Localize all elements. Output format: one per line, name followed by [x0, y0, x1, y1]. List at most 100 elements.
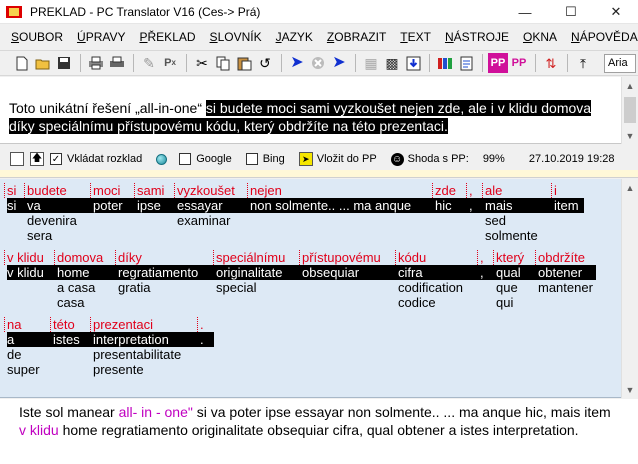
google-option[interactable]: Google [179, 153, 232, 165]
source-word[interactable]: sami [137, 183, 177, 198]
token-column[interactable]: .. [197, 317, 214, 347]
page-icon[interactable] [10, 152, 24, 166]
alternative-translation[interactable]: examinar [177, 213, 250, 228]
menu-nastroje[interactable]: N ÁSTROJE [438, 27, 516, 47]
token-column[interactable]: speciálnímu originalitate special [213, 250, 302, 295]
alternative-translation[interactable]: gratia [118, 280, 216, 295]
undo-icon[interactable]: ↺ [255, 53, 275, 73]
bing-option[interactable]: Bing [245, 153, 285, 165]
translate-forward-icon[interactable]: ➤ [287, 53, 307, 73]
selected-translation[interactable]: hic [435, 198, 469, 213]
selected-translation[interactable]: si [7, 198, 28, 213]
source-text-panel[interactable]: Toto unikátní řešení „all-in-one“ si bud… [0, 77, 638, 144]
menu-napoveda[interactable]: N ÁPOVĚDA [564, 27, 638, 47]
download-icon[interactable] [403, 53, 423, 73]
notes-icon[interactable] [456, 53, 476, 73]
menu-preklad[interactable]: P ŘEKLAD [133, 27, 203, 47]
source-word[interactable]: budete [27, 183, 93, 198]
open-folder-icon[interactable] [33, 53, 53, 73]
scroll-up-icon[interactable]: ▲ [622, 179, 638, 196]
token-column[interactable]: který qual que qui [493, 250, 538, 310]
selected-translation[interactable]: poter [93, 198, 137, 213]
source-word[interactable]: obdržíte [538, 250, 596, 265]
save-icon[interactable] [54, 53, 74, 73]
menu-okna[interactable]: O KNA [516, 27, 564, 47]
token-column[interactable]: moci poter [90, 183, 137, 213]
print-icon[interactable] [86, 53, 106, 73]
keep-format-option[interactable]: ✓ Vkládat rozklad [50, 153, 142, 165]
selected-translation[interactable]: v klidu [7, 265, 57, 280]
clear-format-icon[interactable]: Px [160, 53, 180, 73]
arrow-up-icon[interactable]: ⤒ [573, 53, 593, 73]
selected-translation[interactable]: non solmente.. ... ma anque [250, 198, 435, 213]
selected-translation[interactable]: , [480, 265, 496, 280]
format-painter-icon[interactable]: ✎ [139, 53, 159, 73]
globe-icon[interactable] [156, 153, 168, 165]
selected-translation[interactable]: regratiamento [118, 265, 216, 280]
selected-translation[interactable]: , [469, 198, 485, 213]
alternative-translation[interactable]: presentabilitate [93, 347, 200, 362]
source-word[interactable]: této [53, 317, 93, 332]
menu-zobrazit[interactable]: Z OBRAZIT [320, 27, 393, 47]
alternative-translation[interactable]: codification [398, 280, 480, 295]
selected-translation[interactable]: a [7, 332, 53, 347]
source-word[interactable]: kódu [398, 250, 480, 265]
token-column[interactable]: i item [551, 183, 584, 213]
alternative-translation[interactable]: qui [496, 295, 538, 310]
analysis-view-icon[interactable]: ▩ [382, 53, 402, 73]
source-word[interactable]: zde [435, 183, 469, 198]
source-word[interactable]: vyzkoušet [177, 183, 250, 198]
new-document-icon[interactable] [12, 53, 32, 73]
insert-pp-button[interactable]: ➤ Vložit do PP [298, 152, 377, 166]
selected-translation[interactable]: originalitate [216, 265, 302, 280]
selected-translation[interactable]: home [57, 265, 118, 280]
pp-search-icon[interactable]: PP [509, 53, 529, 73]
alternative-translation[interactable]: mantener [538, 280, 596, 295]
source-word[interactable]: ale [485, 183, 554, 198]
font-name-box[interactable]: Aria [604, 54, 636, 73]
token-column[interactable]: kódu cifra codification codice [395, 250, 480, 310]
swap-direction-icon[interactable]: ⇅ [541, 53, 561, 73]
keep-format-checkbox[interactable]: ✓ [50, 153, 62, 165]
scroll-up-icon[interactable]: ▲ [622, 77, 638, 94]
selected-translation[interactable]: cifra [398, 265, 480, 280]
token-column[interactable]: na a de super [4, 317, 53, 377]
scroll-down-icon[interactable]: ▼ [622, 127, 638, 144]
selected-translation[interactable]: ipse [137, 198, 177, 213]
alternative-translation[interactable]: special [216, 280, 302, 295]
menu-soubor[interactable]: S OUBOR [4, 27, 70, 47]
token-column[interactable]: vyzkoušet essayar examinar [174, 183, 250, 228]
token-column[interactable]: v klidu v klidu [4, 250, 57, 280]
source-word[interactable]: nejen [250, 183, 435, 198]
source-word[interactable]: v klidu [7, 250, 57, 265]
token-column[interactable]: budete va devenira sera [24, 183, 93, 243]
close-icon[interactable]: ✕ [594, 0, 638, 24]
target-text-panel[interactable]: Iste sol manear all- in - one" si va pot… [0, 399, 638, 464]
alternative-translation[interactable]: devenira [27, 213, 93, 228]
token-column[interactable]: nejen non solmente.. ... ma anque [247, 183, 435, 213]
token-column[interactable]: přístupovému obsequiar [299, 250, 398, 280]
copy-icon[interactable] [213, 53, 233, 73]
source-word[interactable]: díky [118, 250, 216, 265]
source-word[interactable]: . [200, 317, 214, 332]
alternative-translation[interactable]: codice [398, 295, 480, 310]
selected-translation[interactable]: . [200, 332, 214, 347]
token-column[interactable]: díky regratiamento gratia [115, 250, 216, 295]
analysis-scrollbar[interactable]: ▲ ▼ [621, 179, 638, 398]
alternative-translation[interactable]: sed [485, 213, 554, 228]
menu-slovnik[interactable]: S LOVNÍK [203, 27, 269, 47]
alternative-translation[interactable]: super [7, 362, 53, 377]
selected-translation[interactable]: interpretation [93, 332, 200, 347]
minimize-icon[interactable]: — [502, 0, 548, 24]
pp-memory-icon[interactable]: PP [488, 53, 508, 73]
alternative-translation[interactable]: solmente [485, 228, 554, 243]
alternative-translation[interactable]: sera [27, 228, 93, 243]
source-word[interactable]: přístupovému [302, 250, 398, 265]
menu-upravy[interactable]: Ú PRAVY [70, 27, 132, 47]
source-word[interactable]: speciálnímu [216, 250, 302, 265]
maximize-icon[interactable]: ☐ [548, 0, 594, 24]
token-column[interactable]: zde hic [432, 183, 469, 213]
selected-translation[interactable]: obsequiar [302, 265, 398, 280]
source-scrollbar[interactable]: ▲ ▼ [621, 77, 638, 144]
source-word[interactable]: moci [93, 183, 137, 198]
